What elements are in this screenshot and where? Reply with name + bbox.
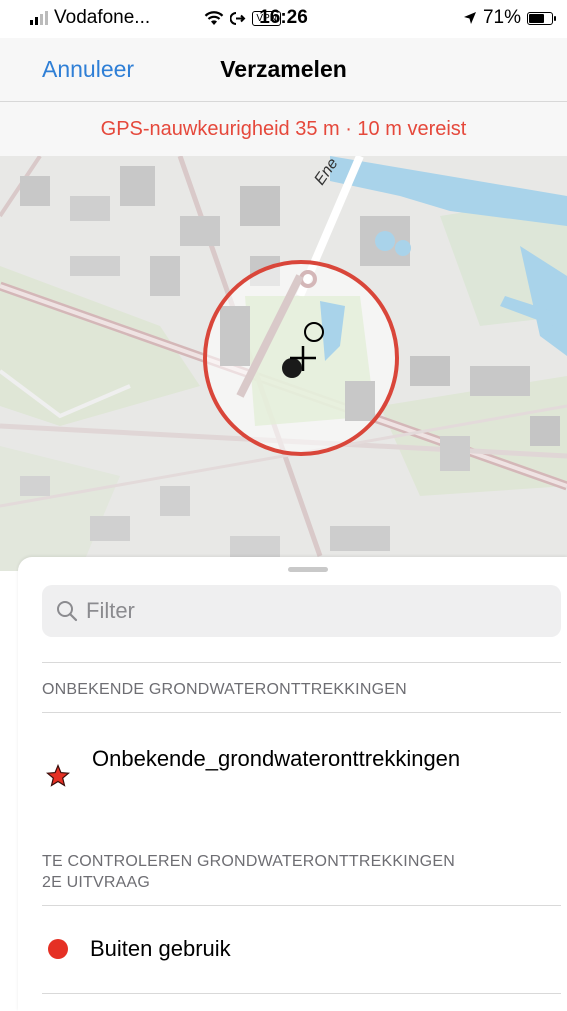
divider xyxy=(42,712,561,713)
battery-icon xyxy=(527,11,556,25)
search-icon xyxy=(57,601,78,622)
battery-percent: 71% xyxy=(482,7,521,28)
list-item-onbekende[interactable]: Onbekende_grondwateronttrekkingen xyxy=(42,735,567,795)
cancel-button[interactable]: Annuleer xyxy=(42,56,134,83)
sheet-grabber[interactable] xyxy=(288,567,328,572)
section-header-onbekende: ONBEKENDE GRONDWATERONTTREKKINGEN xyxy=(42,681,407,698)
vpn-arrow-icon xyxy=(230,11,246,25)
gps-position-marker xyxy=(282,358,302,378)
list-item-buiten-gebruik[interactable]: Buiten gebruik xyxy=(42,919,567,979)
bottom-sheet: ONBEKENDE GRONDWATERONTTREKKINGEN Onbeke… xyxy=(18,557,567,1011)
vpn-badge: VPN xyxy=(252,10,281,26)
status-left: Vodafone... xyxy=(30,7,150,29)
red-star-icon xyxy=(46,764,70,787)
section-header-te-controleren: TE CONTROLEREN GRONDWATERONTTREKKINGEN 2… xyxy=(42,851,567,893)
red-dot-icon xyxy=(48,939,68,959)
nav-bar: Annuleer Verzamelen xyxy=(0,38,567,102)
signal-icon xyxy=(30,11,48,25)
map-view[interactable]: Ene xyxy=(0,156,567,571)
filter-input[interactable] xyxy=(86,598,546,624)
section-header-line: TE CONTROLEREN GRONDWATERONTTREKKINGEN xyxy=(42,853,455,870)
map-canvas[interactable]: Ene xyxy=(0,156,567,571)
filter-field[interactable] xyxy=(42,585,561,637)
divider xyxy=(42,905,561,906)
divider xyxy=(42,662,561,663)
divider xyxy=(42,993,561,994)
list-item-label: Buiten gebruik xyxy=(90,936,231,961)
carrier-name: Vodafone... xyxy=(54,7,151,28)
location-arrow-icon xyxy=(463,12,476,24)
gps-accuracy-banner: GPS-nauwkeurigheid 35 m · 10 m vereist xyxy=(0,102,567,156)
list-item-label: Onbekende_grondwateronttrekkingen xyxy=(92,746,461,771)
battery-fill xyxy=(529,13,544,23)
status-bar: Vodafone... 16:26 VPN 71% xyxy=(0,0,567,38)
status-right: VPN 71% xyxy=(204,7,556,29)
section-header-line: 2E UITVRAAG xyxy=(42,874,151,891)
wifi-icon xyxy=(205,10,224,25)
